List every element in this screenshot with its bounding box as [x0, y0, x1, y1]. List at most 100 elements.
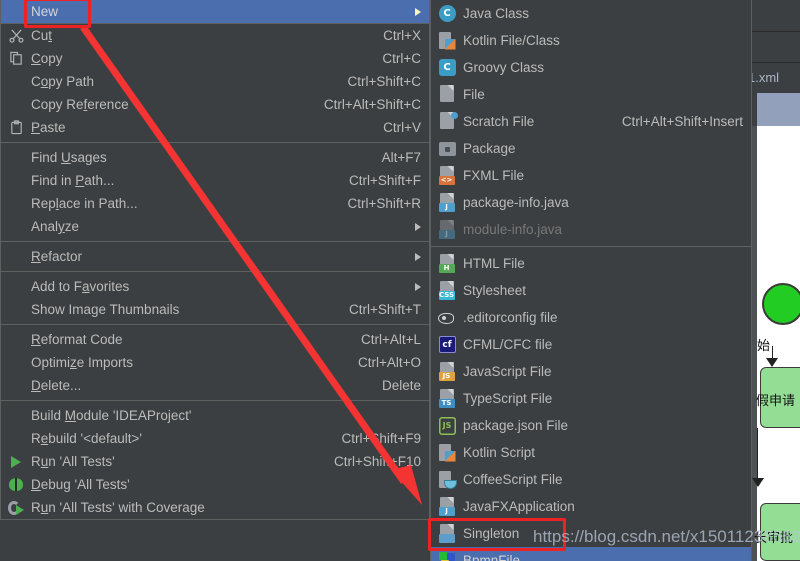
menu-separator	[1, 400, 429, 401]
submenu-item-label: JavaScript File	[463, 364, 552, 379]
menu-item-add-to-favorites[interactable]: Add to Favorites	[1, 275, 429, 298]
menu-item-optimize-imports[interactable]: Optimize Imports Ctrl+Alt+O	[1, 351, 429, 374]
submenu-item-package-info-java[interactable]: J package-info.java	[431, 189, 751, 216]
menu-separator	[1, 241, 429, 242]
submenu-item-label: .editorconfig file	[463, 310, 558, 325]
menu-item-label: Run 'All Tests' with Coverage	[31, 500, 205, 515]
menu-item-run-with-coverage[interactable]: Run 'All Tests' with Coverage	[1, 496, 429, 519]
submenu-item-shortcut: Ctrl+Alt+Shift+Insert	[621, 114, 743, 129]
submenu-item-javafx-application[interactable]: J JavaFXApplication	[431, 493, 751, 520]
menu-icon-placeholder	[1, 2, 31, 22]
menu-item-find-in-path[interactable]: Find in Path... Ctrl+Shift+F	[1, 169, 429, 192]
submenu-item-module-info-java: J module-info.java	[431, 216, 751, 243]
submenu-item-cfml-cfc-file[interactable]: cf CFML/CFC file	[431, 331, 751, 358]
submenu-item-packagejson-file[interactable]: JS package.json File	[431, 412, 751, 439]
menu-item-debug-all-tests[interactable]: Debug 'All Tests'	[1, 473, 429, 496]
menu-item-shortcut: Delete	[381, 378, 421, 393]
submenu-item-label: Java Class	[463, 6, 530, 21]
menu-item-refactor[interactable]: Refactor	[1, 245, 429, 268]
menu-item-rebuild[interactable]: Rebuild '<default>' Ctrl+Shift+F9	[1, 427, 429, 450]
menu-item-show-image-thumbnails[interactable]: Show Image Thumbnails Ctrl+Shift+T	[1, 298, 429, 321]
menu-item-label: Replace in Path...	[31, 196, 138, 211]
menu-item-copy-path[interactable]: Copy Path Ctrl+Shift+C	[1, 70, 429, 93]
fxml-file-icon: <>	[431, 165, 463, 187]
submenu-item-label: Kotlin Script	[463, 445, 536, 460]
paste-icon	[1, 118, 31, 138]
submenu-separator	[431, 246, 751, 247]
bpmn-start-label: 始	[757, 339, 771, 354]
submenu-item-label: TypeScript File	[463, 391, 553, 406]
menu-item-paste[interactable]: Paste Ctrl+V	[1, 116, 429, 139]
menu-item-reformat-code[interactable]: Reformat Code Ctrl+Alt+L	[1, 328, 429, 351]
submenu-item-javascript-file[interactable]: JS JavaScript File	[431, 358, 751, 385]
submenu-item-label: BpmnFile	[463, 553, 521, 561]
menu-item-shortcut: Ctrl+Shift+F9	[341, 431, 421, 446]
menu-item-shortcut: Ctrl+Alt+O	[357, 355, 421, 370]
menu-icon-placeholder	[1, 429, 31, 449]
chevron-right-icon	[415, 252, 421, 261]
menu-item-run-all-tests[interactable]: Run 'All Tests' Ctrl+Shift+F10	[1, 450, 429, 473]
submenu-item-bpmn-file[interactable]: BpmnFile	[431, 547, 751, 561]
submenu-item-kotlin-file-class[interactable]: Kotlin File/Class	[431, 27, 751, 54]
menu-icon-placeholder	[1, 300, 31, 320]
menu-item-replace-in-path[interactable]: Replace in Path... Ctrl+Shift+R	[1, 192, 429, 215]
submenu-item-coffeescript-file[interactable]: CoffeeScript File	[431, 466, 751, 493]
submenu-item-label: Groovy Class	[463, 60, 545, 75]
chevron-right-icon	[415, 222, 421, 231]
menu-item-label: New	[31, 4, 59, 19]
submenu-item-kotlin-script[interactable]: Kotlin Script	[431, 439, 751, 466]
submenu-item-typescript-file[interactable]: TS TypeScript File	[431, 385, 751, 412]
menu-item-copy-reference[interactable]: Copy Reference Ctrl+Alt+Shift+C	[1, 93, 429, 116]
bpmn-task-1-label: 假申请	[756, 394, 796, 409]
submenu-item-html-file[interactable]: H HTML File	[431, 250, 751, 277]
menu-item-copy[interactable]: Copy Ctrl+C	[1, 47, 429, 70]
submenu-item-fxml-file[interactable]: <> FXML File	[431, 162, 751, 189]
menu-separator	[1, 271, 429, 272]
menu-icon-placeholder	[1, 95, 31, 115]
context-menu: New Cut Ctrl+X Copy Ctrl+C Copy Path Ctr…	[0, 0, 430, 520]
menu-item-label: Cut	[31, 28, 53, 43]
submenu-item-label: module-info.java	[463, 222, 563, 237]
submenu-item-stylesheet[interactable]: CSS Stylesheet	[431, 277, 751, 304]
menu-icon-placeholder	[1, 171, 31, 191]
chevron-right-icon	[415, 7, 421, 16]
menu-item-label: Delete...	[31, 378, 82, 393]
bpmn-arrowhead-2	[752, 478, 764, 487]
submenu-item-groovy-class[interactable]: C Groovy Class	[431, 54, 751, 81]
menu-item-label: Optimize Imports	[31, 355, 134, 370]
submenu-item-editorconfig-file[interactable]: .editorconfig file	[431, 304, 751, 331]
menu-item-shortcut: Ctrl+C	[382, 51, 421, 66]
submenu-item-file[interactable]: File	[431, 81, 751, 108]
menu-item-shortcut: Ctrl+V	[383, 120, 421, 135]
menu-item-label: Show Image Thumbnails	[31, 302, 180, 317]
submenu-item-java-class[interactable]: C Java Class	[431, 0, 751, 27]
menu-item-cut[interactable]: Cut Ctrl+X	[1, 24, 429, 47]
chevron-right-icon	[415, 282, 421, 291]
editor-tab[interactable]: 1.xml	[748, 70, 779, 85]
menu-item-label: Analyze	[31, 219, 80, 234]
menu-item-label: Run 'All Tests'	[31, 454, 115, 469]
menu-item-build-module[interactable]: Build Module 'IDEAProject'	[1, 404, 429, 427]
menu-item-label: Copy Reference	[31, 97, 129, 112]
menu-item-find-usages[interactable]: Find Usages Alt+F7	[1, 146, 429, 169]
menu-icon-placeholder	[1, 217, 31, 237]
menu-icon-placeholder	[1, 194, 31, 214]
submenu-item-singleton[interactable]: Singleton	[431, 520, 751, 547]
submenu-item-label: Package	[463, 141, 516, 156]
menu-item-shortcut: Ctrl+Alt+L	[360, 332, 421, 347]
menu-item-delete[interactable]: Delete... Delete	[1, 374, 429, 397]
submenu-item-scratch-file[interactable]: Scratch File Ctrl+Alt+Shift+Insert	[431, 108, 751, 135]
menu-item-shortcut: Ctrl+Shift+F10	[333, 454, 421, 469]
submenu-item-label: Stylesheet	[463, 283, 527, 298]
menu-item-analyze[interactable]: Analyze	[1, 215, 429, 238]
java-file-icon: J	[431, 192, 463, 214]
file-icon	[431, 84, 463, 106]
submenu-item-label: Scratch File	[463, 114, 535, 129]
bpmn-task-2-label: 长审批	[754, 531, 794, 546]
menu-item-new[interactable]: New	[1, 0, 429, 23]
menu-separator	[1, 324, 429, 325]
submenu-item-package[interactable]: Package	[431, 135, 751, 162]
menu-icon-placeholder	[1, 330, 31, 350]
java-file-icon: J	[431, 219, 463, 241]
menu-item-shortcut: Ctrl+Shift+T	[348, 302, 421, 317]
